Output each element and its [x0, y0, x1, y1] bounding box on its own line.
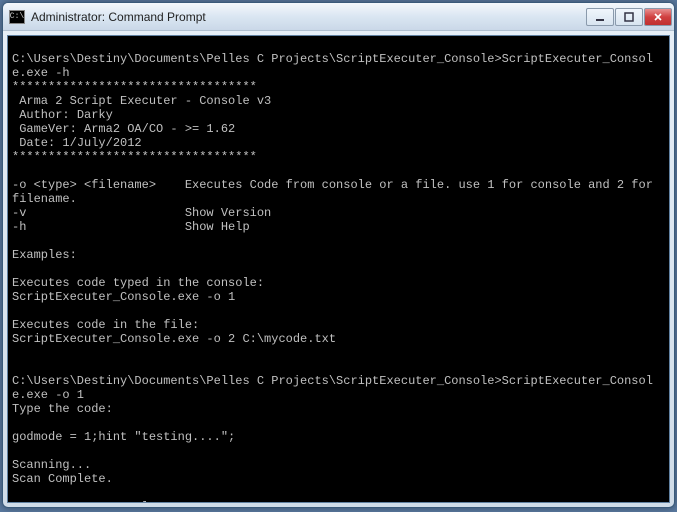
- close-icon: [653, 12, 663, 22]
- console-frame: C:\Users\Destiny\Documents\Pelles C Proj…: [7, 35, 670, 503]
- command-prompt-window: C:\ Administrator: Command Prompt C:\Use…: [2, 2, 675, 508]
- window-title: Administrator: Command Prompt: [31, 10, 586, 24]
- console-output[interactable]: C:\Users\Destiny\Documents\Pelles C Proj…: [8, 36, 669, 502]
- minimize-button[interactable]: [586, 8, 614, 26]
- close-button[interactable]: [644, 8, 672, 26]
- app-icon: C:\: [9, 10, 25, 24]
- maximize-button[interactable]: [615, 8, 643, 26]
- maximize-icon: [624, 12, 634, 22]
- titlebar[interactable]: C:\ Administrator: Command Prompt: [3, 3, 674, 31]
- minimize-icon: [595, 12, 605, 22]
- window-controls: [586, 8, 672, 26]
